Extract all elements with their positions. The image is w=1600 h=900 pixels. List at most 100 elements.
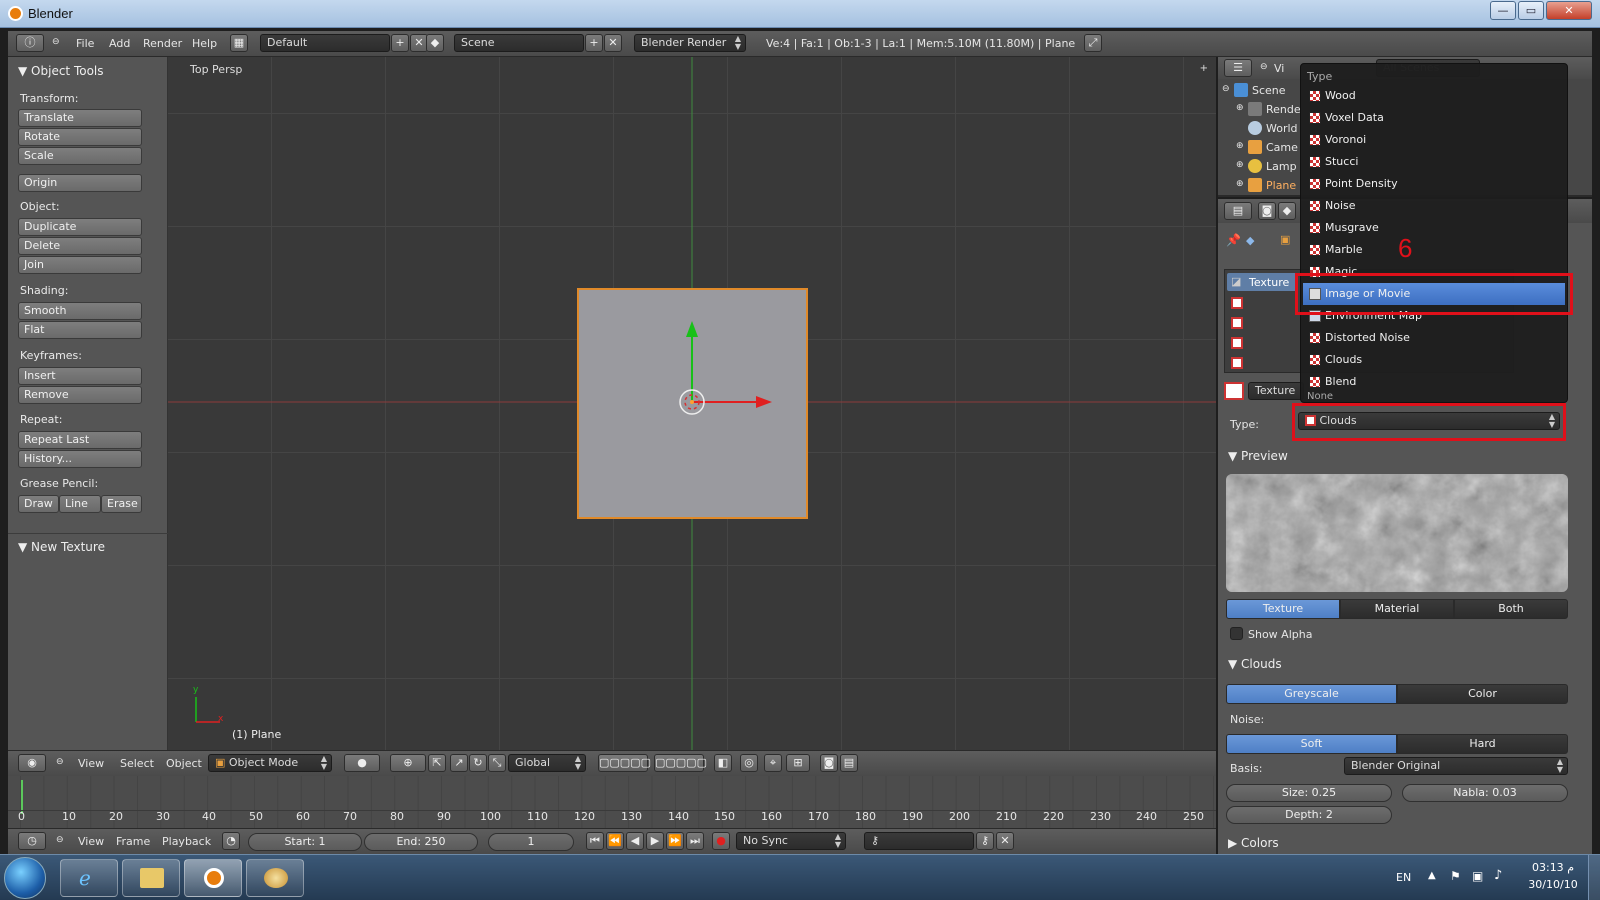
rotate-button[interactable]: Rotate (18, 128, 142, 146)
insert-keyframe-button[interactable]: Insert (18, 367, 142, 385)
noise-depth-field[interactable]: Depth: 2 (1226, 806, 1392, 824)
empty-slot-icon[interactable] (1231, 337, 1243, 349)
insert-keyframe-icon[interactable]: ⚷ (976, 832, 994, 850)
remove-scene-icon[interactable]: ✕ (604, 34, 622, 52)
texture-name-field[interactable]: Texture (1248, 382, 1304, 400)
delete-button[interactable]: Delete (18, 237, 142, 255)
scene-dropdown[interactable]: Scene (454, 34, 584, 52)
type-option-distorted-noise[interactable]: Distorted Noise (1303, 327, 1565, 349)
type-option-voxel-data[interactable]: Voxel Data (1303, 107, 1565, 129)
expand-toggle-icon[interactable]: ⊕ (1236, 160, 1244, 170)
scale-button[interactable]: Scale (18, 147, 142, 165)
jump-to-prev-keyframe-icon[interactable]: ⏪ (606, 832, 624, 850)
translate-manipulator-icon[interactable]: ↗ (450, 754, 468, 772)
paint-taskbar-icon[interactable] (246, 859, 304, 897)
screen-layout-icon[interactable]: ▦ (230, 34, 248, 52)
snap-element-icon[interactable]: ⊞ (786, 754, 810, 772)
menu-view[interactable]: View (78, 757, 104, 770)
timeline-editor[interactable]: 0 10 20 30 40 50 60 70 80 90 100 110 120… (8, 776, 1216, 828)
preview-material-toggle[interactable]: Material (1340, 599, 1454, 619)
preview-panel-header[interactable]: ▼ Preview (1228, 449, 1288, 463)
screen-layout-dropdown[interactable]: Default (260, 34, 390, 52)
layers-group-2-icon[interactable]: ▢▢▢▢▢ (654, 754, 707, 772)
rotate-manipulator-icon[interactable]: ↻ (469, 754, 487, 772)
origin-button[interactable]: Origin (18, 174, 142, 192)
menu-frame[interactable]: Frame (116, 835, 150, 848)
network-icon[interactable]: ▣ (1472, 869, 1483, 883)
language-indicator[interactable]: EN (1396, 871, 1411, 884)
translate-button[interactable]: Translate (18, 109, 142, 127)
nabla-field[interactable]: Nabla: 0.03 (1402, 784, 1568, 802)
jump-to-next-keyframe-icon[interactable]: ⏩ (666, 832, 684, 850)
empty-slot-icon[interactable] (1231, 317, 1243, 329)
show-hidden-icons-icon[interactable]: ▲ (1428, 870, 1436, 881)
action-center-flag-icon[interactable]: ⚑ (1450, 869, 1461, 883)
manipulator-toggle-icon[interactable]: ⇱ (428, 754, 446, 772)
fullscreen-toggle-icon[interactable]: ⤢ (1084, 34, 1102, 52)
collapse-menu-icon[interactable]: ⊖ (56, 757, 64, 767)
3d-viewport[interactable]: y x + (168, 57, 1216, 750)
repeat-last-button[interactable]: Repeat Last (18, 431, 142, 449)
record-icon[interactable]: ● (712, 832, 730, 850)
minimize-button[interactable]: — (1490, 1, 1516, 20)
show-desktop-button[interactable] (1588, 855, 1600, 900)
grease-draw-button[interactable]: Draw (18, 495, 59, 513)
collapse-toggle-icon[interactable]: ⊖ (1222, 84, 1230, 94)
use-preview-range-icon[interactable]: ◔ (222, 832, 240, 850)
jump-to-end-icon[interactable]: ⏭ (686, 832, 704, 850)
add-layout-icon[interactable]: + (391, 34, 409, 52)
smooth-button[interactable]: Smooth (18, 302, 142, 320)
transform-orientation-dropdown[interactable]: Global ▲ ▼ (508, 754, 586, 772)
render-tab-icon[interactable]: ◙ (1258, 202, 1276, 220)
noise-basis-dropdown[interactable]: Blender Original ▲ ▼ (1344, 757, 1568, 775)
editor-type-timeline-icon[interactable]: ◷ (18, 832, 46, 850)
history-button[interactable]: History... (18, 450, 142, 468)
clock-date[interactable]: 30/10/10 (1526, 878, 1580, 891)
preview-both-toggle[interactable]: Both (1454, 599, 1568, 619)
duplicate-button[interactable]: Duplicate (18, 218, 142, 236)
current-frame-indicator[interactable] (21, 780, 23, 814)
scene-tab-icon[interactable]: ◆ (1278, 202, 1296, 220)
new-texture-panel-header[interactable]: ▼ New Texture (18, 540, 105, 554)
type-option-stucci[interactable]: Stucci (1303, 151, 1565, 173)
delete-keyframe-icon[interactable]: ✕ (996, 832, 1014, 850)
editor-type-3d-icon[interactable]: ◉ (18, 754, 46, 772)
lock-layers-icon[interactable]: ◧ (714, 754, 732, 772)
noise-size-field[interactable]: Size: 0.25 (1226, 784, 1392, 802)
collapse-menu-icon[interactable]: ⊖ (52, 37, 60, 47)
maximize-button[interactable]: ▭ (1518, 1, 1544, 20)
join-button[interactable]: Join (18, 256, 142, 274)
snap-toggle-icon[interactable]: ⌖ (764, 754, 782, 772)
editor-type-info-icon[interactable]: ⓘ (16, 34, 44, 52)
collapse-menu-icon[interactable]: ⊖ (1260, 62, 1268, 72)
type-option-musgrave[interactable]: Musgrave (1303, 217, 1565, 239)
sync-mode-dropdown[interactable]: No Sync ▲ ▼ (736, 832, 846, 850)
editor-type-properties-icon[interactable]: ▤ (1224, 202, 1252, 220)
start-frame-field[interactable]: Start: 1 (248, 833, 362, 851)
current-frame-field[interactable]: 1 (488, 833, 574, 851)
menu-file[interactable]: File (76, 37, 94, 50)
remove-keyframe-button[interactable]: Remove (18, 386, 142, 404)
type-option-clouds[interactable]: Clouds (1303, 349, 1565, 371)
type-option-noise[interactable]: Noise (1303, 195, 1565, 217)
end-frame-field[interactable]: End: 250 (364, 833, 478, 851)
add-scene-icon[interactable]: + (585, 34, 603, 52)
interaction-mode-dropdown[interactable]: ▣ Object Mode ▲ ▼ (208, 754, 332, 772)
type-option-blend[interactable]: Blend (1303, 371, 1565, 393)
grease-erase-button[interactable]: Erase (101, 495, 142, 513)
preview-texture-toggle[interactable]: Texture (1226, 599, 1340, 619)
flat-button[interactable]: Flat (18, 321, 142, 339)
pivot-point-icon[interactable]: ⊕ (390, 754, 426, 772)
type-option-voronoi[interactable]: Voronoi (1303, 129, 1565, 151)
start-button-icon[interactable] (4, 857, 46, 899)
close-button[interactable]: ✕ (1546, 1, 1592, 20)
object-tools-panel-header[interactable]: ▼ Object Tools (18, 64, 104, 78)
blender-taskbar-icon[interactable] (184, 859, 242, 897)
soft-noise-toggle[interactable]: Soft (1226, 734, 1397, 754)
menu-render[interactable]: Render (143, 37, 182, 50)
jump-to-start-icon[interactable]: ⏮ (586, 832, 604, 850)
opengl-animation-icon[interactable]: ▤ (840, 754, 858, 772)
empty-slot-icon[interactable] (1231, 297, 1243, 309)
show-alpha-checkbox[interactable] (1230, 627, 1243, 640)
play-reverse-icon[interactable]: ◀ (626, 832, 644, 850)
